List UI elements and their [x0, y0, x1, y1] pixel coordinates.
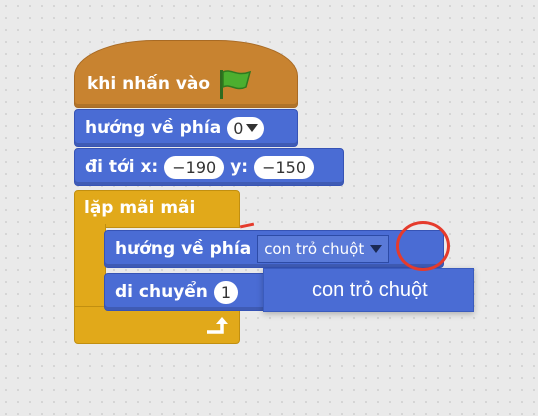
target-dropdown-value: con trỏ chuột [264, 240, 365, 258]
loop-arrow-icon [204, 316, 230, 336]
when-flag-clicked-block[interactable]: khi nhấn vào [74, 40, 298, 108]
dropdown-option[interactable]: con trỏ chuột [312, 279, 428, 302]
green-flag-icon [216, 68, 254, 100]
y-input[interactable]: −150 [254, 155, 315, 179]
red-mark [239, 222, 255, 229]
go-to-xy-block[interactable]: đi tới x: −190 y: −150 [74, 148, 344, 186]
point-in-direction-block[interactable]: hướng về phía 0 [74, 109, 298, 147]
y-label: y: [230, 157, 249, 177]
when-flag-clicked-label: khi nhấn vào [87, 74, 211, 94]
point-towards-label: hướng về phía [115, 239, 252, 259]
dropdown-menu: con trỏ chuột [263, 268, 474, 312]
x-input[interactable]: −190 [164, 155, 225, 179]
target-dropdown[interactable]: con trỏ chuột [257, 235, 390, 263]
move-steps-label: di chuyển [115, 282, 208, 302]
steps-value: 1 [220, 282, 232, 302]
steps-input[interactable]: 1 [213, 280, 239, 304]
y-value: −150 [262, 157, 307, 177]
point-in-direction-label: hướng về phía [85, 118, 222, 138]
forever-block-arm [74, 224, 106, 308]
chevron-down-icon [246, 124, 259, 132]
move-steps-block[interactable]: di chuyển 1 [104, 273, 276, 311]
point-towards-block[interactable]: hướng về phía con trỏ chuột [104, 230, 444, 268]
chevron-down-icon[interactable] [370, 245, 383, 253]
go-to-x-label: đi tới x: [85, 157, 159, 177]
highlight-circle [396, 221, 450, 271]
forever-label: lặp mãi mãi [84, 198, 196, 218]
direction-value: 0 [233, 118, 244, 138]
direction-input[interactable]: 0 [227, 116, 265, 140]
x-value: −190 [172, 157, 217, 177]
